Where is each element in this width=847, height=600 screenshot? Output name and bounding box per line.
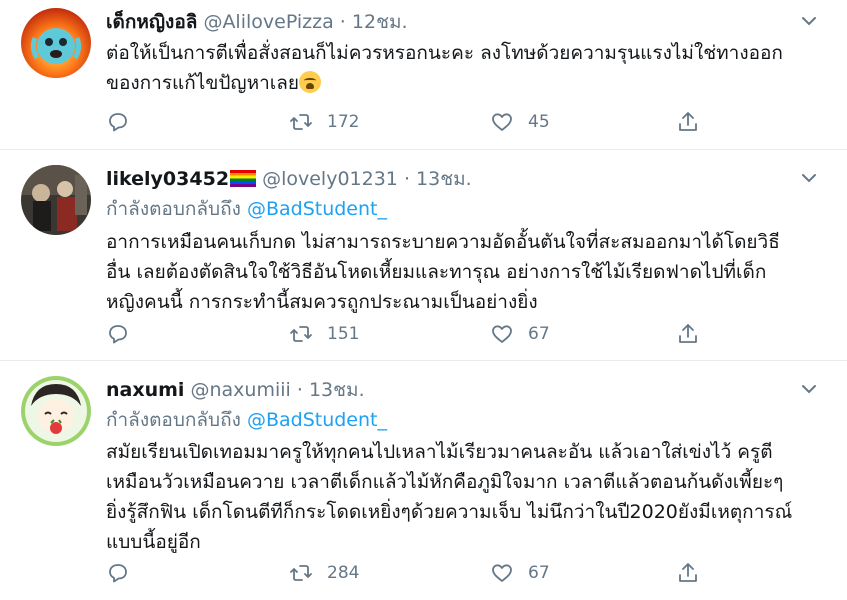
- retweet-icon: [290, 326, 312, 342]
- tweet-text-line: อื่น เลยต้องตัดสินใจใช้วิธีอันโหดเหี้ยมแ…: [106, 261, 767, 283]
- tweet-header: เด็กหญิงอลิ @AlilovePizza · 12ชม.: [106, 9, 408, 35]
- share-button[interactable]: [676, 109, 700, 135]
- reply-icon: [109, 113, 127, 132]
- tweet-text-line: อาการเหมือนคนเก็บกด ไม่สามารถระบายความอั…: [106, 231, 780, 253]
- tweet-header: naxumi @naxumiii · 13ชม.: [106, 377, 365, 403]
- tweet[interactable]: likely03452 @lovely01231 · 13ชม. กำลังตอ…: [0, 150, 847, 361]
- tweet-text-line: ของการแก้ไขปัญหาเลย: [106, 72, 300, 94]
- like-button[interactable]: 67: [490, 560, 550, 586]
- loudly-crying-face-icon: [299, 71, 322, 93]
- rainbow-flag-icon: [230, 170, 257, 187]
- avatar[interactable]: [21, 165, 91, 235]
- like-count: 67: [528, 324, 550, 344]
- tweet-text: อาการเหมือนคนเก็บกด ไม่สามารถระบายความอั…: [106, 227, 826, 317]
- retweet-count: 172: [327, 112, 360, 132]
- retweet-icon: [290, 114, 312, 130]
- reply-context: กำลังตอบกลับถึง @BadStudent_: [106, 196, 387, 222]
- tweet-text-line: ยิ่งรู้สึกฟิน เด็กโดนตีทีก็กระโดดเหยิ่งๆ…: [106, 501, 793, 523]
- reply-button[interactable]: [106, 560, 130, 586]
- display-name[interactable]: เด็กหญิงอลิ: [106, 11, 197, 33]
- display-name[interactable]: likely03452: [106, 168, 229, 190]
- like-button[interactable]: 45: [490, 109, 550, 135]
- tweet-actions: 172 45: [106, 109, 706, 135]
- separator: ·: [296, 379, 303, 401]
- retweet-button[interactable]: 172: [289, 109, 359, 135]
- heart-icon: [492, 325, 512, 343]
- reply-prefix: กำลังตอบกลับถึง: [106, 409, 241, 431]
- tweet-text-line: แบบนี้อยู่อีก: [106, 531, 201, 553]
- heart-icon: [492, 564, 512, 582]
- share-button[interactable]: [676, 560, 700, 586]
- separator: ·: [339, 11, 346, 33]
- share-icon: [679, 324, 697, 343]
- tweet-text: ต่อให้เป็นการตีเพื่อสั่งสอนก็ไม่ควรหรอกน…: [106, 38, 826, 98]
- timestamp[interactable]: 13ชม.: [416, 168, 472, 190]
- reply-prefix: กำลังตอบกลับถึง: [106, 198, 241, 220]
- retweet-button[interactable]: 284: [289, 560, 359, 586]
- chevron-down-icon[interactable]: [801, 13, 817, 29]
- timestamp[interactable]: 12ชม.: [352, 11, 408, 33]
- reply-button[interactable]: [106, 321, 130, 347]
- heart-icon: [492, 113, 512, 131]
- chevron-down-icon[interactable]: [801, 170, 817, 186]
- tweet-text-line: เหมือนวัวเหมือนควาย เวลาตีเด็กแล้วไม้หัก…: [106, 471, 784, 493]
- retweet-button[interactable]: 151: [289, 321, 359, 347]
- user-handle[interactable]: @naxumiii: [191, 379, 291, 401]
- tweet-actions: 151 67: [106, 321, 706, 347]
- retweet-count: 151: [327, 324, 360, 344]
- tweet-feed: เด็กหญิงอลิ @AlilovePizza · 12ชม. ต่อให้…: [0, 0, 847, 600]
- like-button[interactable]: 67: [490, 321, 550, 347]
- chevron-down-icon[interactable]: [801, 381, 817, 397]
- avatar-image: [21, 8, 91, 78]
- avatar-image: [21, 165, 91, 235]
- tweet-text-line: สมัยเรียนเปิดเทอมมาครูให้ทุกคนไปเหลาไม้เ…: [106, 441, 773, 463]
- reply-icon: [109, 564, 127, 583]
- share-icon: [679, 112, 697, 131]
- tweet-actions: 284 67: [106, 560, 706, 586]
- reply-icon: [109, 325, 127, 344]
- tweet-text-line: หญิงคนนี้ การกระทำนี้สมควรถูกประณามเป็นอ…: [106, 291, 538, 313]
- reply-mention-link[interactable]: @BadStudent_: [247, 409, 387, 431]
- timestamp[interactable]: 13ชม.: [309, 379, 365, 401]
- reply-mention-link[interactable]: @BadStudent_: [247, 198, 387, 220]
- tweet-text-line-last: ของการแก้ไขปัญหาเลย: [106, 68, 826, 98]
- retweet-count: 284: [327, 563, 360, 583]
- display-name[interactable]: naxumi: [106, 379, 184, 401]
- like-count: 45: [528, 112, 550, 132]
- avatar[interactable]: [21, 8, 91, 78]
- user-handle[interactable]: @lovely01231: [262, 168, 398, 190]
- tweet[interactable]: เด็กหญิงอลิ @AlilovePizza · 12ชม. ต่อให้…: [0, 0, 847, 150]
- tweet-header: likely03452 @lovely01231 · 13ชม.: [106, 166, 472, 192]
- tweet-text-line: ต่อให้เป็นการตีเพื่อสั่งสอนก็ไม่ควรหรอกน…: [106, 42, 783, 64]
- reply-button[interactable]: [106, 109, 130, 135]
- avatar-image: [21, 376, 91, 446]
- avatar[interactable]: [21, 376, 91, 446]
- user-handle[interactable]: @AlilovePizza: [203, 11, 333, 33]
- share-button[interactable]: [676, 321, 700, 347]
- tweet[interactable]: naxumi @naxumiii · 13ชม. กำลังตอบกลับถึง…: [0, 361, 847, 600]
- share-icon: [679, 563, 697, 582]
- retweet-icon: [290, 565, 312, 581]
- like-count: 67: [528, 563, 550, 583]
- tweet-text: สมัยเรียนเปิดเทอมมาครูให้ทุกคนไปเหลาไม้เ…: [106, 437, 826, 557]
- separator: ·: [403, 168, 410, 190]
- reply-context: กำลังตอบกลับถึง @BadStudent_: [106, 407, 387, 433]
